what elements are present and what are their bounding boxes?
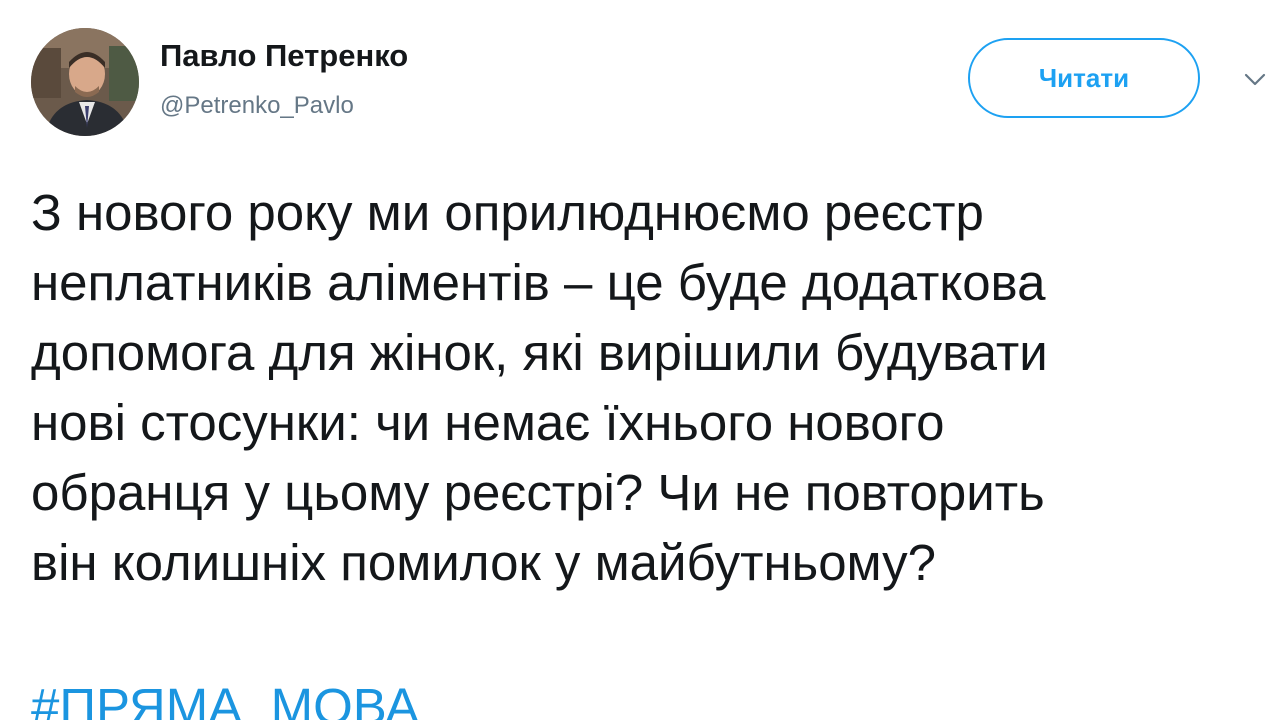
follow-button[interactable]: Читати — [968, 38, 1200, 118]
avatar-photo — [31, 28, 139, 136]
tweet-card: Павло Петренко @Petrenko_Pavlo Читати З … — [0, 0, 1280, 720]
tweet-text-line: неплатників аліментів – це буде додатков… — [31, 254, 1046, 311]
hashtag-link[interactable]: #ПРЯМА_МОВА — [31, 672, 419, 720]
tweet-text-line: нові стосунки: чи немає їхнього нового — [31, 394, 945, 451]
author-name[interactable]: Павло Петренко — [160, 38, 408, 74]
tweet-text-line: З нового року ми оприлюднюємо реєстр — [31, 184, 984, 241]
follow-button-label: Читати — [1038, 62, 1130, 93]
tweet-text-line: він колишніх помилок у майбутньому? — [31, 534, 937, 591]
tweet-text-line: допомога для жінок, які вирішили будуват… — [31, 324, 1048, 381]
avatar[interactable] — [31, 28, 139, 136]
chevron-down-icon[interactable] — [1240, 64, 1270, 94]
author-handle[interactable]: @Petrenko_Pavlo — [160, 92, 354, 120]
tweet-text-line: обранця у цьому реєстрі? Чи не повторить — [31, 464, 1045, 521]
tweet-text: З нового року ми оприлюднюємо реєстр неп… — [31, 178, 1271, 598]
